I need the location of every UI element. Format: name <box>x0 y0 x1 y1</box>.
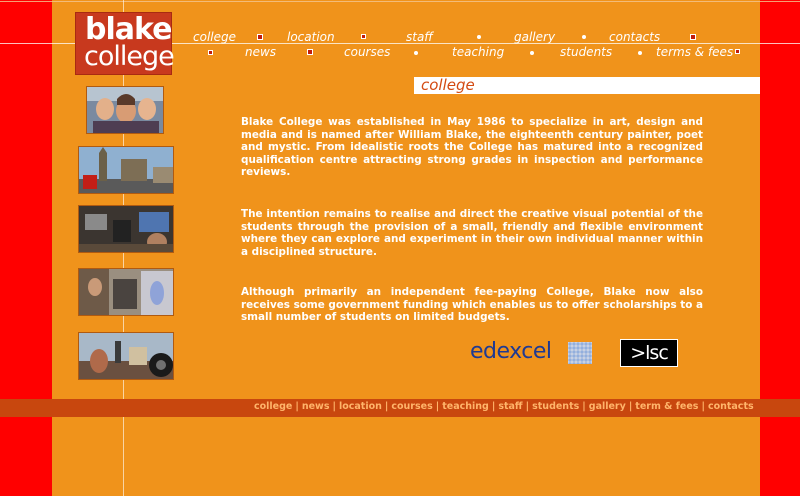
section-title: college <box>421 76 475 94</box>
bullet-square-icon <box>361 34 366 39</box>
footer-separator: | <box>332 401 336 412</box>
footer-separator: | <box>295 401 299 412</box>
nav-gallery[interactable]: gallery <box>514 30 555 44</box>
footer-link-gallery[interactable]: gallery <box>589 401 626 412</box>
footer-link-college[interactable]: college <box>254 401 292 412</box>
bullet-dot-icon <box>638 51 642 55</box>
intro-paragraph: Blake College was established in May 198… <box>241 116 703 179</box>
bullet-square-icon <box>307 49 313 55</box>
blake-college-logo[interactable]: blake college <box>75 12 175 75</box>
section-title-bar: college <box>414 76 760 94</box>
edexcel-dots-icon <box>568 342 592 364</box>
bullet-dot-icon <box>477 35 481 39</box>
bullet-square-icon <box>690 34 696 40</box>
london-photo <box>78 146 174 194</box>
nav-terms-fees[interactable]: terms & fees <box>656 45 733 59</box>
nav-contacts[interactable]: contacts <box>609 30 660 44</box>
footer-links: college | news | location | courses | teaching | s… <box>254 401 754 412</box>
funding-paragraph: Although primarily an independent fee-pa… <box>241 286 703 324</box>
footer-link-contacts[interactable]: contacts <box>708 401 754 412</box>
students-photo <box>86 86 164 134</box>
footer-link-staff[interactable]: staff <box>498 401 522 412</box>
bullet-square-icon <box>208 50 213 55</box>
footer-separator: | <box>525 401 530 412</box>
design-class-photo <box>78 268 174 316</box>
footer-link-location[interactable]: location <box>339 401 382 412</box>
logo-line-2: college <box>84 41 175 72</box>
nav-courses[interactable]: courses <box>344 45 390 59</box>
nav-staff[interactable]: staff <box>406 30 433 44</box>
footer-separator: | <box>491 401 496 412</box>
footer-link-term-fees[interactable]: term & fees <box>635 401 698 412</box>
media-studio-photo <box>78 205 174 253</box>
footer-separator: | <box>628 401 633 412</box>
bullet-square-icon <box>735 49 740 54</box>
campus-photo <box>78 332 174 380</box>
nav-teaching[interactable]: teaching <box>452 45 504 59</box>
bullet-dot-icon <box>530 51 534 55</box>
edexcel-wordmark: edexcel <box>470 339 552 364</box>
footer-separator: | <box>384 401 389 412</box>
mission-paragraph: The intention remains to realise and dir… <box>241 208 703 258</box>
top-rule <box>0 1 800 2</box>
lsc-logo[interactable]: >lsc <box>620 339 678 367</box>
footer-link-courses[interactable]: courses <box>391 401 432 412</box>
nav-students[interactable]: students <box>560 45 612 59</box>
nav-location[interactable]: location <box>287 30 335 44</box>
footer-separator: | <box>435 401 440 412</box>
edexcel-logo[interactable]: edexcel <box>470 339 595 369</box>
bullet-square-icon <box>257 34 263 40</box>
footer-link-news[interactable]: news <box>302 401 330 412</box>
nav-college[interactable]: college <box>193 30 236 44</box>
footer-link-teaching[interactable]: teaching <box>442 401 489 412</box>
bullet-dot-icon <box>582 35 586 39</box>
nav-news[interactable]: news <box>245 45 276 59</box>
bullet-dot-icon <box>414 51 418 55</box>
footer-link-students[interactable]: students <box>532 401 579 412</box>
footer-separator: | <box>701 401 705 412</box>
footer-separator: | <box>582 401 586 412</box>
